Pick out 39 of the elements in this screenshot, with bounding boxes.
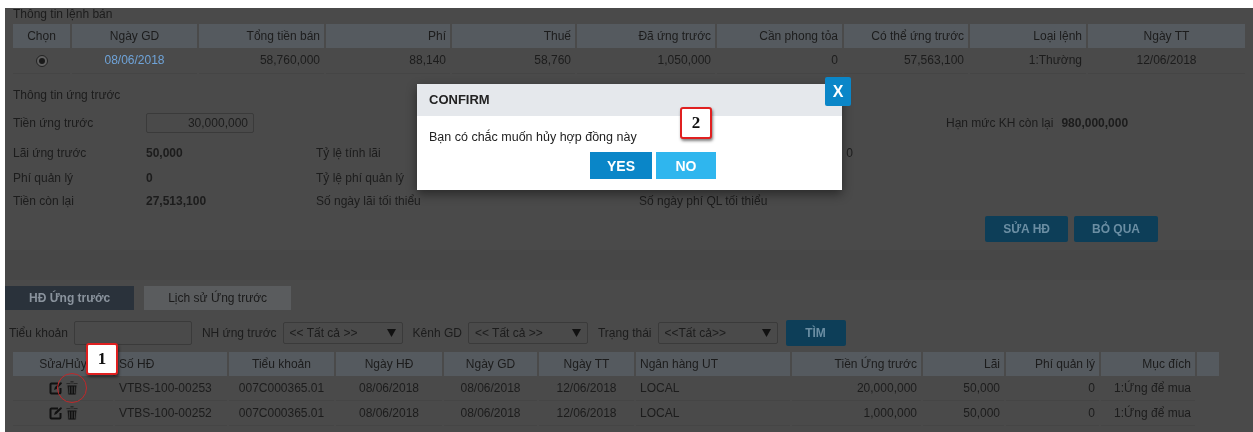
column-header: Cần phong tỏa <box>717 24 842 48</box>
column-header: Tổng tiền bán <box>199 24 324 48</box>
search-button[interactable]: TÌM <box>785 320 846 346</box>
step-callout: 1 <box>86 343 118 375</box>
caret-icon <box>761 329 771 337</box>
column-header: Số HĐ <box>115 352 227 376</box>
column-header: Lãi <box>923 352 1004 376</box>
edit-icon[interactable] <box>48 381 62 395</box>
column-header: Tiền Ứng trước <box>792 352 921 376</box>
column-header: Tiểu khoản <box>229 352 334 376</box>
column-header: Ngày GD <box>72 24 197 48</box>
caret-icon <box>571 329 581 337</box>
column-header: Loại lệnh <box>970 24 1086 48</box>
column-header: Có thể ứng trước <box>844 24 968 48</box>
trash-icon[interactable] <box>65 406 78 420</box>
column-header: Thuế <box>452 24 575 48</box>
tab[interactable]: HĐ Ứng trước <box>5 286 135 310</box>
column-header: Mục đích <box>1101 352 1195 376</box>
edit-contract-button[interactable]: SỬA HĐ <box>985 216 1068 242</box>
column-header: Phí <box>326 24 450 48</box>
step-callout: 2 <box>680 107 712 139</box>
column-header: Đã ứng trước <box>577 24 715 48</box>
column-header: Chọn <box>13 24 70 48</box>
trash-icon[interactable] <box>65 381 78 395</box>
confirm-button[interactable]: YES <box>590 152 652 179</box>
column-header: Ngày HĐ <box>336 352 442 376</box>
edit-icon[interactable] <box>48 406 62 420</box>
column-header: Ngày TT <box>539 352 634 376</box>
tab[interactable]: Lịch sử Ứng trước <box>144 286 292 310</box>
skip-button[interactable]: BỎ QUA <box>1074 216 1158 242</box>
column-header: Phí quản lý <box>1006 352 1099 376</box>
column-header: Ngày GD <box>444 352 537 376</box>
input-field[interactable] <box>73 321 192 345</box>
dialog-message: Bạn có chắc muốn hủy hợp đồng này <box>429 130 637 144</box>
close-button[interactable]: X <box>825 77 851 106</box>
caret-icon <box>386 329 396 337</box>
cancel-button[interactable]: NO <box>656 152 716 179</box>
column-header: Ngày TT <box>1088 24 1245 48</box>
column-header: Ngân hàng UT <box>636 352 790 376</box>
